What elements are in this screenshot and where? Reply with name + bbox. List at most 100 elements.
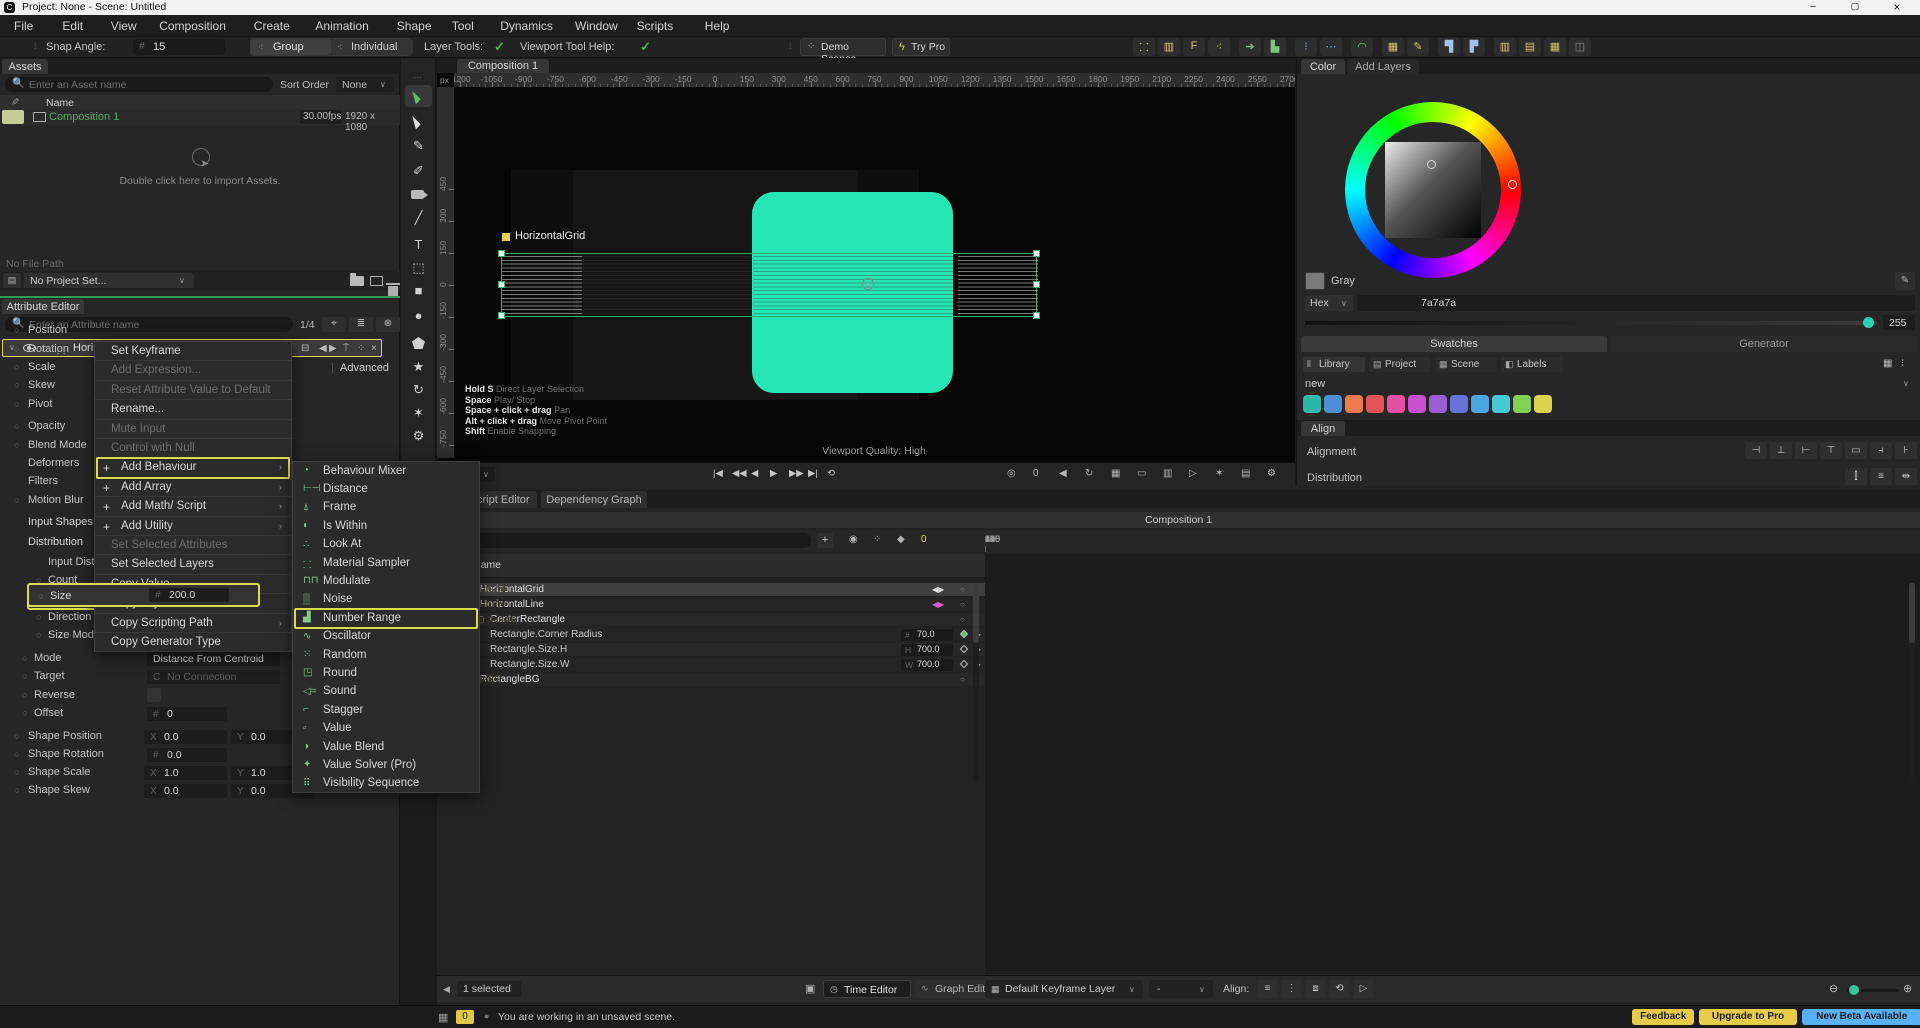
align-button-1[interactable]: ⊥ [1770,442,1792,459]
track-row-rectangle-size-w[interactable]: Rectangle.Size.WW700.0▶ [437,658,985,671]
stop-icon[interactable]: ◎ [1007,468,1016,479]
open-folder-icon[interactable] [350,276,364,286]
frame-badge[interactable]: 0 [1033,468,1039,479]
asset-search-input[interactable]: 🔍Enter an Asset name [5,77,273,92]
layer-tools-check-icon[interactable]: ✓ [494,39,505,55]
arc-tool[interactable]: ↻ [405,379,432,401]
rectangle-tool[interactable]: ■ [405,280,432,302]
toolbar-icon-7[interactable]: ⋯ [1320,38,1342,56]
close-button[interactable]: × [1882,0,1912,14]
grid-toggle-icon[interactable]: ▦ [1111,468,1120,479]
attr-value-box[interactable]: CNo Connection [147,670,280,684]
menu-create[interactable]: Create [248,18,296,34]
overlay-toggle-icon[interactable]: ▥ [1163,468,1172,479]
keyframe-diamond-icon[interactable] [960,645,968,653]
color-swatch-10[interactable] [1513,395,1531,413]
solo-dot-icon[interactable]: ○ [960,585,965,594]
align-button-4[interactable]: ▭ [1845,442,1867,459]
play-button[interactable]: ▶ [770,468,777,479]
color-swatch-11[interactable] [1534,395,1552,413]
tab-add-layers[interactable]: Add Layers [1347,59,1419,74]
alpha-slider-handle[interactable] [1863,317,1874,328]
menu-help[interactable]: Help [699,18,736,34]
half-res-icon[interactable]: ▤ [1241,468,1250,479]
individual-button[interactable]: ⁖Individual [331,39,413,55]
footer-align-button-2[interactable]: ⧈ [1305,980,1326,998]
menu-shape[interactable]: Shape [391,18,438,34]
menu-item-set-keyframe[interactable]: Set Keyframe [95,342,291,361]
keyframe-dot-icon[interactable]: ○ [14,731,19,741]
keyframe-dot-icon[interactable]: ○ [22,690,27,700]
keyframe-dot-icon[interactable]: ○ [14,325,19,335]
submenu-item-oscillator[interactable]: ∿Oscillator [293,628,481,646]
submenu-item-value[interactable]: ▫Value [293,720,481,738]
submenu-item-behaviour-mixer[interactable]: ◔Behaviour Mixer [293,462,481,480]
zoom-in-icon[interactable]: ⊕ [1903,982,1912,995]
asset-color-swatch[interactable] [2,110,24,124]
status-button-feedback[interactable]: Feedback [1632,1009,1694,1025]
track-row-horizontalgrid[interactable]: ◀⸬HorizontalGrid◀▶○ [437,583,985,596]
tab-attribute-editor[interactable]: Attribute Editor [2,299,84,314]
color-swatch-4[interactable] [1387,395,1405,413]
layer-filter-input[interactable]: name [441,533,811,548]
attr-value-x[interactable]: X0.0 [144,784,227,798]
step-fwd-button[interactable]: ▶▶ [789,468,804,479]
maximize-button[interactable]: ▢ [1840,1,1870,12]
sparkle-tool[interactable]: ✶ [405,402,432,424]
demo-scenes-button[interactable]: ⁘Demo Scenes [800,38,886,56]
align-button-5[interactable]: ⫞ [1870,442,1892,459]
kf-filter-select[interactable]: -∨ [1149,980,1213,998]
color-swatch-3[interactable] [1366,395,1384,413]
artboard-tool[interactable]: ⬚ [405,257,432,279]
toolbar-icon-5[interactable]: ▙ [1264,38,1286,56]
tab-dependency-graph[interactable]: Dependency Graph [541,491,647,508]
attr-checkbox[interactable] [147,688,161,702]
lib-tab-labels[interactable]: ◧Labels [1501,357,1563,372]
minimize-button[interactable]: – [1798,1,1828,12]
toolbar-icon-4[interactable]: ➔ [1239,38,1261,56]
attr-value-x[interactable]: X1.0 [144,766,227,780]
footer-align-button-1[interactable]: ⋮ [1281,980,1302,998]
selection-handle[interactable] [1033,281,1040,288]
color-swatch-2[interactable] [1345,395,1363,413]
eyedropper-button[interactable]: ✎ [1895,272,1915,290]
alpha-value-box[interactable]: 255 [1883,315,1915,330]
pentagon-tool[interactable] [405,332,432,354]
menu-item-copy-generator-type[interactable]: Copy Generator Type [95,633,291,652]
submenu-item-random[interactable]: ⁙Random [293,646,481,664]
time-editor-button[interactable]: ◷Time Editor [823,980,911,998]
footer-align-button-3[interactable]: ⟲ [1329,980,1350,998]
keyframe-dot-icon[interactable]: ○ [14,785,19,795]
hex-input[interactable]: 7a7a7a [1357,295,1915,311]
settings-tool[interactable]: ⚙ [405,425,432,447]
attr-value-box[interactable]: #0 [147,707,227,721]
select-tool[interactable] [405,85,432,107]
keyframe-dot-icon[interactable]: ○ [14,495,19,505]
proxy-icon[interactable]: ▷ [1189,468,1197,479]
toolbar-icon-13[interactable]: ▥ [1494,38,1516,56]
tab-composition[interactable]: Composition 1 [457,59,549,74]
attr-value-box[interactable]: #0.0 [147,748,227,762]
try-pro-button[interactable]: ϟTry Pro [892,38,950,56]
kf-nav-icons[interactable]: ◀▶ [932,585,944,594]
lib-tab-library[interactable]: ⫴Library [1303,357,1365,372]
audio-icon[interactable]: ◀ [1059,468,1067,479]
size-value-box[interactable]: #200.0 [149,588,229,602]
sort-order-select[interactable]: None∨ [336,77,394,92]
keyframe-dot-icon[interactable]: ○ [22,653,27,663]
menu-item-set-selected-layers[interactable]: Set Selected Layers [95,555,291,574]
solo-dot-icon[interactable]: ○ [960,675,965,684]
submenu-item-visibility-sequence[interactable]: ⠿Visibility Sequence [293,775,481,793]
lib-tab-scene[interactable]: ▦Scene [1435,357,1497,372]
menu-composition[interactable]: Composition [153,18,232,34]
menu-item-rename-[interactable]: Rename... [95,400,291,419]
menu-item-add-array[interactable]: +Add Array› [95,478,291,497]
prev-kf-button[interactable]: ◀◀ [732,468,747,479]
toolbar-icon-16[interactable]: ◫ [1569,38,1591,56]
keyframe-dot-icon[interactable]: ○ [22,671,27,681]
hue-marker-icon[interactable] [1508,180,1517,189]
keyframe-dot-icon[interactable]: ○ [36,612,41,622]
keyframe-dot-icon[interactable]: ○ [38,591,43,601]
menu-dynamics[interactable]: Dynamics [494,18,559,34]
toolbar-icon-2[interactable]: F [1183,38,1205,56]
